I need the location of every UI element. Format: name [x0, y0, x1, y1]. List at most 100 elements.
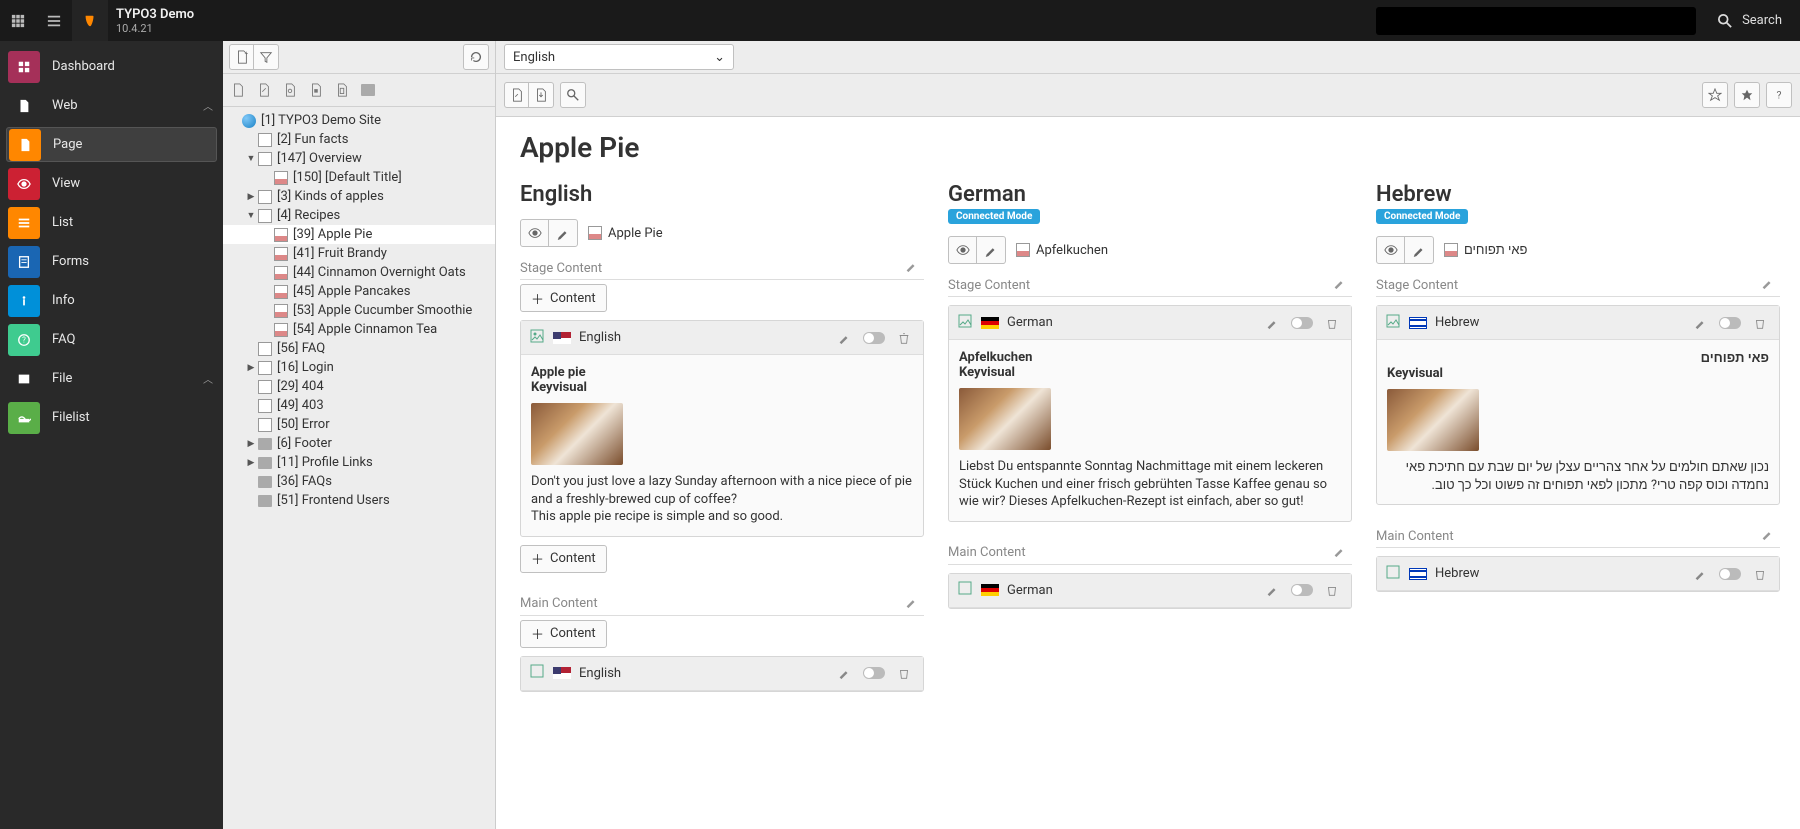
content-element[interactable]: German Apfelkuchen Keyvisual Liebst Du e…: [948, 305, 1352, 522]
tree-node[interactable]: ▼[4] Recipes: [223, 206, 495, 225]
doctype-shortcut-icon[interactable]: [255, 81, 273, 99]
edit-content-icon[interactable]: [1689, 563, 1711, 585]
tree-node[interactable]: [1] TYPO3 Demo Site: [223, 111, 495, 130]
view-page-button[interactable]: [521, 220, 549, 246]
language-selector[interactable]: English ⌄: [504, 44, 734, 70]
bookmark-dropdown[interactable]: [1376, 7, 1696, 35]
tree-node[interactable]: [29] 404: [223, 377, 495, 396]
module-list[interactable]: List: [0, 203, 223, 242]
toggle-content-icon[interactable]: [1719, 312, 1741, 334]
edit-column-icon[interactable]: [904, 259, 924, 277]
tree-node[interactable]: [56] FAQ: [223, 339, 495, 358]
edit-content-icon[interactable]: [1261, 312, 1283, 334]
edit-page-props-button[interactable]: [549, 220, 577, 246]
edit-content-icon[interactable]: [1689, 312, 1711, 334]
bookmark-button[interactable]: [1735, 83, 1759, 107]
module-view[interactable]: View: [0, 164, 223, 203]
tree-node[interactable]: [49] 403: [223, 396, 495, 415]
edit-content-icon[interactable]: [1261, 579, 1283, 601]
module-group-file[interactable]: File ︿: [0, 359, 223, 398]
module-forms[interactable]: Forms: [0, 242, 223, 281]
add-content-button[interactable]: ＋Content: [520, 545, 607, 573]
edit-page-props-button[interactable]: [977, 237, 1005, 263]
content-element[interactable]: Hebrew: [1376, 556, 1780, 592]
tree-toggle-icon[interactable]: ▶: [245, 363, 257, 373]
export-page-button[interactable]: [529, 83, 553, 107]
filter-button[interactable]: [254, 45, 278, 69]
tree-toggle-icon[interactable]: ▼: [245, 210, 257, 221]
delete-content-icon[interactable]: [893, 327, 915, 349]
tree-node[interactable]: [36] FAQs: [223, 472, 495, 491]
tree-node[interactable]: [39] Apple Pie: [223, 225, 495, 244]
tree-toggle-icon[interactable]: ▼: [245, 153, 257, 164]
tree-node[interactable]: [50] Error: [223, 415, 495, 434]
tree-node[interactable]: [51] Frontend Users: [223, 491, 495, 510]
edit-page-button[interactable]: [505, 83, 529, 107]
module-filelist[interactable]: Filelist: [0, 398, 223, 437]
edit-column-icon[interactable]: [1332, 276, 1352, 294]
help-button[interactable]: ?: [1767, 83, 1791, 107]
tree-toggle-icon[interactable]: ▶: [245, 439, 257, 449]
module-list-icon[interactable]: [36, 0, 72, 41]
tree-node[interactable]: [44] Cinnamon Overnight Oats: [223, 263, 495, 282]
content-element[interactable]: English: [520, 656, 924, 692]
tree-node[interactable]: ▶[16] Login: [223, 358, 495, 377]
toggle-content-icon[interactable]: [1291, 579, 1313, 601]
module-faq[interactable]: ? FAQ: [0, 320, 223, 359]
tree-toggle-icon[interactable]: ▶: [245, 458, 257, 468]
search-content-button[interactable]: [561, 83, 585, 107]
tree-node[interactable]: [41] Fruit Brandy: [223, 244, 495, 263]
edit-column-icon[interactable]: [1760, 527, 1780, 545]
add-content-button[interactable]: ＋Content: [520, 284, 607, 312]
edit-column-icon[interactable]: [1332, 544, 1352, 562]
doctype-standard-icon[interactable]: [229, 81, 247, 99]
tree-node[interactable]: ▶[6] Footer: [223, 434, 495, 453]
edit-column-icon[interactable]: [904, 595, 924, 613]
delete-content-icon[interactable]: [1749, 312, 1771, 334]
module-group-web[interactable]: Web ︿: [0, 86, 223, 125]
doctype-folder-icon[interactable]: [359, 81, 377, 99]
delete-content-icon[interactable]: [1749, 563, 1771, 585]
delete-content-icon[interactable]: [1321, 579, 1343, 601]
globe-icon: [241, 113, 257, 129]
page-tree[interactable]: [1] TYPO3 Demo Site[2] Fun facts▼[147] O…: [223, 107, 495, 829]
cache-clear-button[interactable]: [1703, 83, 1727, 107]
tree-node[interactable]: ▼[147] Overview: [223, 149, 495, 168]
edit-page-props-button[interactable]: [1405, 237, 1433, 263]
typo3-logo-icon[interactable]: [72, 0, 108, 41]
view-page-button[interactable]: [1377, 237, 1405, 263]
doctype-spacer-icon[interactable]: [307, 81, 325, 99]
delete-content-icon[interactable]: [1321, 312, 1343, 334]
edit-content-icon[interactable]: [833, 327, 855, 349]
refresh-tree-button[interactable]: [464, 45, 488, 69]
toggle-content-icon[interactable]: [1719, 563, 1741, 585]
tree-node[interactable]: ▶[3] Kinds of apples: [223, 187, 495, 206]
tree-toggle-icon[interactable]: ▶: [245, 192, 257, 202]
view-page-button[interactable]: [949, 237, 977, 263]
doctype-link-icon[interactable]: [281, 81, 299, 99]
module-info[interactable]: Info: [0, 281, 223, 320]
content-element[interactable]: Hebrew פאי תפוחים Keyvisual נכון שאתם חו…: [1376, 305, 1780, 505]
edit-column-icon[interactable]: [1760, 276, 1780, 294]
content-scroll[interactable]: Apple Pie English Apple Pie Stage Conten…: [496, 117, 1800, 829]
tree-node[interactable]: [2] Fun facts: [223, 130, 495, 149]
tree-node[interactable]: [45] Apple Pancakes: [223, 282, 495, 301]
add-content-button[interactable]: ＋Content: [520, 620, 607, 648]
tree-node[interactable]: ▶[11] Profile Links: [223, 453, 495, 472]
tree-node[interactable]: [54] Apple Cinnamon Tea: [223, 320, 495, 339]
new-page-button[interactable]: +: [230, 45, 254, 69]
toggle-content-icon[interactable]: [863, 662, 885, 684]
tree-node[interactable]: [150] [Default Title]: [223, 168, 495, 187]
app-switcher-icon[interactable]: [0, 0, 36, 41]
edit-content-icon[interactable]: [833, 662, 855, 684]
topbar-search[interactable]: Search: [1708, 13, 1800, 28]
module-dashboard[interactable]: Dashboard: [0, 47, 223, 86]
module-page[interactable]: Page: [6, 127, 217, 162]
toggle-content-icon[interactable]: [1291, 312, 1313, 334]
content-element[interactable]: English Apple pie Keyvisual Don't you ju…: [520, 320, 924, 537]
tree-node[interactable]: [53] Apple Cucumber Smoothie: [223, 301, 495, 320]
content-element[interactable]: German: [948, 573, 1352, 609]
delete-content-icon[interactable]: [893, 662, 915, 684]
toggle-content-icon[interactable]: [863, 327, 885, 349]
doctype-sysfolder-icon[interactable]: [333, 81, 351, 99]
